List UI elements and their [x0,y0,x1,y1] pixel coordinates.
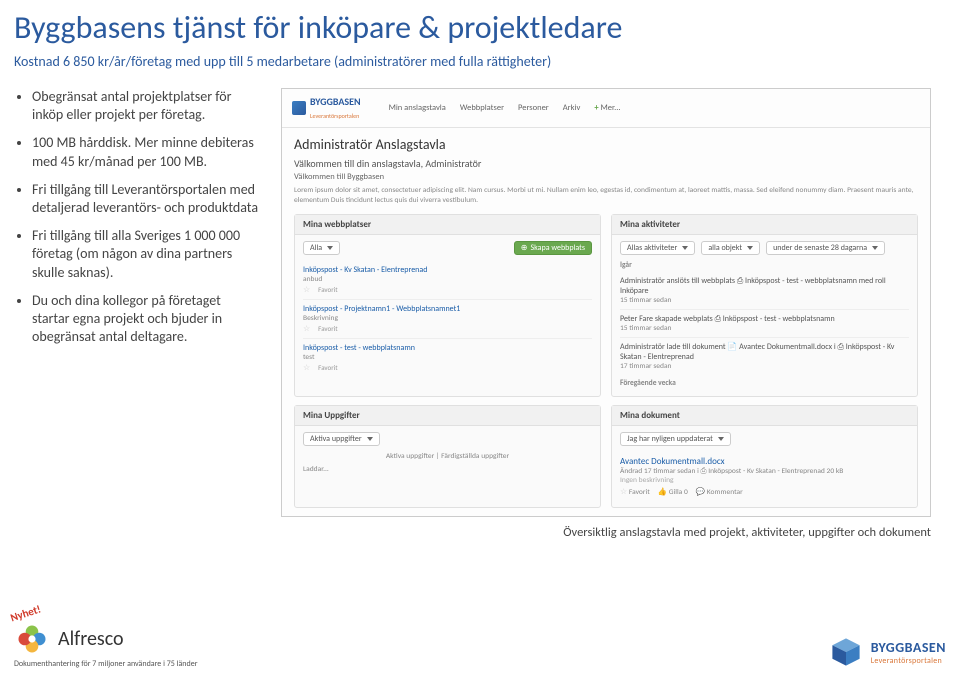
activity-filter[interactable]: under de senaste 28 dagarna [766,241,885,255]
page-title: Byggbasens tjänst för inköpare & projekt… [14,8,946,47]
site-link[interactable]: Inköpspost - test - webbplatsnamn [303,343,592,353]
star-icon[interactable]: ☆ [303,285,310,295]
bb-tagline: Leverantörsportalen [871,656,946,666]
panel-title: Mina aktiviteter [612,215,917,235]
filter-dropdown[interactable]: Alla [303,241,340,255]
screenshot-header: BYGGBASEN Leverantörsportalen Min anslag… [282,89,930,128]
site-item[interactable]: Inköpspost - test - webbplatsnamn test ☆… [303,339,592,377]
welcome-body: Lorem ipsum dolor sit amet, consectetuer… [294,186,918,206]
feature-item: Obegränsat antal projektplatser för inkö… [32,88,259,124]
site-link[interactable]: Inköpspost - Kv Skatan - Elentreprenad [303,265,592,275]
activity-filter[interactable]: Allas aktiviteter [620,241,695,255]
favorite-label[interactable]: Favorit [318,285,337,295]
cube-icon [292,101,306,115]
loading-text: Laddar... [303,465,592,474]
panel-webbplatser: Mina webbplatser Alla ⊕Skapa webbplats I… [294,214,601,397]
nav-link[interactable]: Webbplatser [460,103,504,113]
dashboard-title: Administratör Anslagstavla [294,136,918,153]
cube-icon [829,635,863,669]
panel-title: Mina webbplatser [295,215,600,235]
pinwheel-icon [14,621,50,657]
welcome-heading: Välkommen till din anslagstavla, Adminis… [294,157,918,170]
doc-action[interactable]: Favorit [629,488,650,497]
favorite-label[interactable]: Favorit [318,363,337,373]
chevron-down-icon [367,437,373,441]
nav-link[interactable]: Arkiv [563,103,581,113]
brand-tagline: Leverantörsportalen [310,112,359,120]
feature-item: Fri tillgång till Leverantörsportalen me… [32,181,259,217]
chevron-down-icon [682,246,688,250]
nav-link[interactable]: Min anslagstavla [389,103,446,113]
nav-link[interactable]: Personer [518,103,549,113]
activity-item: Administratör anslöts till webbplats ⎙ I… [620,272,909,310]
panel-dokument: Mina dokument Jag har nyligen uppdaterat… [611,405,918,508]
doc-action[interactable]: Kommentar [707,488,743,497]
activity-text: Administratör lade till dokument 📄 Avant… [620,342,909,362]
doc-item[interactable]: Avantec Dokumentmall.docx Ändrad 17 timm… [620,452,909,501]
panel-title: Mina Uppgifter [295,406,600,426]
chevron-down-icon [718,437,724,441]
tasks-filter[interactable]: Aktiva uppgifter [303,432,380,446]
site-link[interactable]: Inköpspost - Projektnamn1 - Webbplatsnam… [303,304,592,314]
activity-item: Administratör lade till dokument 📄 Avant… [620,338,909,375]
site-item[interactable]: Inköpspost - Kv Skatan - Elentreprenad a… [303,261,592,300]
activity-text: Peter Fare skapade webplats ⎙ Inköpspost… [620,314,909,324]
alfresco-tagline: Dokumenthantering för 7 miljoner använda… [14,659,197,669]
welcome-subtitle: Välkommen till Byggbasen [294,172,918,182]
activity-time: 15 timmar sedan [620,324,909,333]
favorite-label[interactable]: Favorit [318,324,337,334]
comment-icon[interactable]: 💬 [696,488,705,497]
alfresco-name: Alfresco [58,627,124,651]
like-icon[interactable]: 👍 [658,488,667,497]
feature-list: Obegränsat antal projektplatser för inkö… [14,88,259,540]
activity-time: 15 timmar sedan [620,296,909,305]
docs-filter[interactable]: Jag har nyligen uppdaterat [620,432,731,446]
page-subtitle: Kostnad 6 850 kr/år/företag med upp till… [14,53,946,70]
bb-name: BYGGBASEN [871,639,946,656]
site-desc: test [303,353,592,362]
time-group: Föregående vecka [620,379,909,388]
site-desc: anbud [303,275,592,284]
doc-link[interactable]: Avantec Dokumentmall.docx [620,456,909,467]
doc-meta: Ändrad 17 timmar sedan i ⎙ Inköpspost - … [620,467,909,476]
star-icon[interactable]: ☆ [620,487,627,497]
task-tab[interactable]: Färdigställda uppgifter [441,452,509,461]
star-icon[interactable]: ☆ [303,324,310,334]
feature-item: Fri tillgång till alla Sveriges 1 000 00… [32,227,259,282]
screenshot-panel: BYGGBASEN Leverantörsportalen Min anslag… [281,88,931,517]
star-icon[interactable]: ☆ [303,363,310,373]
brand-name: BYGGBASEN [310,95,361,108]
panel-aktiviteter: Mina aktiviteter Allas aktiviteter alla … [611,214,918,397]
panel-uppgifter: Mina Uppgifter Aktiva uppgifter Aktiva u… [294,405,601,508]
activity-filter[interactable]: alla objekt [701,241,760,255]
plus-icon: ⊕ [521,243,528,253]
chevron-down-icon [327,246,333,250]
screenshot-caption: Översiktlig anslagstavla med projekt, ak… [281,525,931,540]
activity-item: Peter Fare skapade webplats ⎙ Inköpspost… [620,310,909,338]
top-nav: Min anslagstavla Webbplatser Personer Ar… [389,103,621,113]
chevron-down-icon [747,246,753,250]
activity-time: 17 timmar sedan [620,362,909,371]
alfresco-badge: Nyhet! Alfresco Dokumenthantering för 7 … [14,611,197,669]
brand-logo: BYGGBASEN Leverantörsportalen [292,95,361,121]
site-item[interactable]: Inköpspost - Projektnamn1 - Webbplatsnam… [303,300,592,339]
plus-icon: + [594,103,598,113]
chevron-down-icon [872,246,878,250]
create-site-button[interactable]: ⊕Skapa webbplats [514,241,592,255]
feature-item: 100 MB hårddisk. Mer minne debiteras med… [32,134,259,170]
doc-desc: Ingen beskrivning [620,476,909,485]
time-group: Igår [620,261,909,270]
site-desc: Beskrivning [303,314,592,323]
activity-text: Administratör anslöts till webbplats ⎙ I… [620,276,909,296]
task-tab[interactable]: Aktiva uppgifter [386,452,434,461]
doc-action[interactable]: Gilla 0 [669,488,688,497]
panel-title: Mina dokument [612,406,917,426]
byggbasen-logo: BYGGBASEN Leverantörsportalen [829,635,946,669]
nav-link-more[interactable]: + Mer... [594,103,620,113]
feature-item: Du och dina kollegor på företaget starta… [32,292,259,347]
